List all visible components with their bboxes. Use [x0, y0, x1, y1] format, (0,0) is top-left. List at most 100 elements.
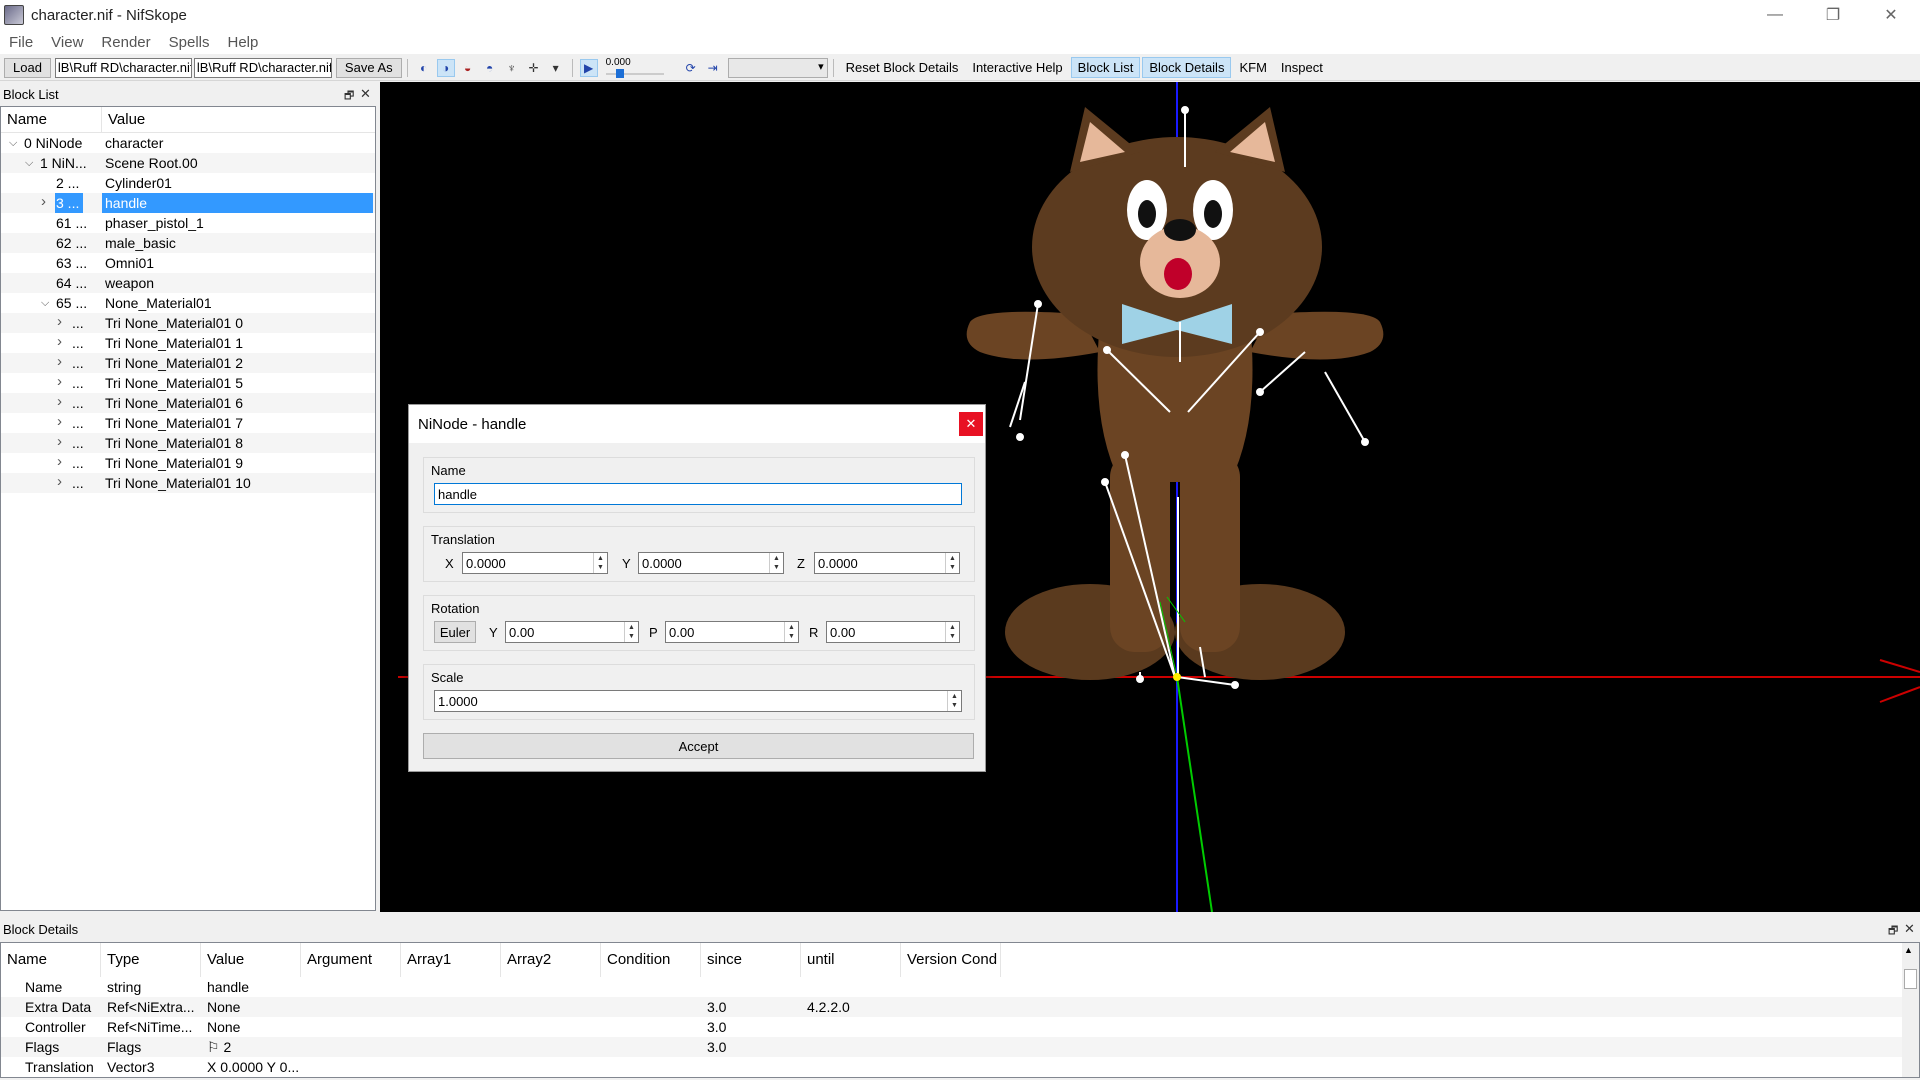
scale-input[interactable]: 1.0000 ▲ ▼ [434, 690, 962, 712]
view-walk-icon[interactable]: ◐ [415, 59, 433, 77]
column-header[interactable]: Type [101, 943, 201, 977]
ty-spinner[interactable]: ▲ ▼ [769, 553, 783, 573]
block-details-table[interactable]: Name Type Value Argument Array1 Array2 Conditi… [0, 942, 1920, 1078]
expand-right-icon[interactable]: › [57, 333, 62, 352]
restore-button[interactable]: ❐ [1804, 0, 1862, 30]
menu-view[interactable]: View [42, 34, 92, 51]
expand-right-icon[interactable]: › [57, 353, 62, 372]
ry-spinner[interactable]: ▲ ▼ [624, 622, 638, 642]
animation-select[interactable] [727, 57, 828, 78]
view-skeleton-icon[interactable]: ♆ [503, 59, 521, 77]
detail-row[interactable]: Controller Ref<NiTime... None 3.0 [1, 1017, 1919, 1037]
reset-block-details-button[interactable]: Reset Block Details [840, 58, 965, 77]
expand-right-icon[interactable]: › [57, 453, 62, 472]
inspect-toggle[interactable]: Inspect [1275, 58, 1329, 77]
block-list-row[interactable]: ›... Tri None_Material01 10 [1, 473, 375, 493]
accept-button[interactable]: Accept [423, 733, 974, 759]
save-as-button[interactable]: Save As [335, 57, 402, 78]
euler-button[interactable]: Euler [434, 621, 476, 643]
detail-row[interactable]: Flags Flags ⚐ 2 3.0 [1, 1037, 1919, 1057]
detail-row[interactable]: Name string handle [1, 977, 1919, 997]
column-header[interactable]: Version Cond [901, 943, 1001, 977]
block-list-row[interactable]: ⌵ 0 NiNode character [1, 133, 375, 153]
translation-y-input[interactable]: 0.0000 ▲ ▼ [638, 552, 784, 574]
rr-spinner[interactable]: ▲ ▼ [945, 622, 959, 642]
detail-row[interactable]: Extra Data Ref<NiExtra... None 3.0 4.2.2.0 [1, 997, 1919, 1017]
vertical-scrollbar[interactable]: ▲ [1902, 943, 1919, 1077]
block-list-row[interactable]: ›... Tri None_Material01 5 [1, 373, 375, 393]
close-window-button[interactable]: ✕ [1862, 0, 1920, 30]
expand-right-icon[interactable]: › [57, 473, 62, 492]
view-flip-icon[interactable]: ◑ [436, 58, 455, 77]
expand-right-icon[interactable]: › [41, 193, 46, 212]
expand-right-icon[interactable]: › [57, 373, 62, 392]
view-orbit-icon[interactable]: ◓ [481, 59, 499, 77]
column-header[interactable]: Array2 [501, 943, 601, 977]
block-details-toggle[interactable]: Block Details [1142, 57, 1232, 78]
view-dropdown-icon[interactable]: ▾ [547, 59, 565, 77]
block-list-row[interactable]: ›... Tri None_Material01 9 [1, 453, 375, 473]
block-list-row[interactable]: › 3 ... handle [1, 193, 375, 213]
expand-right-icon[interactable]: › [57, 433, 62, 452]
dialog-close-button[interactable]: ✕ [959, 412, 983, 436]
minimize-button[interactable]: — [1746, 0, 1804, 30]
float-panel-icon[interactable]: 🗗 [344, 87, 354, 106]
interactive-help-button[interactable]: Interactive Help [966, 58, 1068, 77]
expand-right-icon[interactable]: › [57, 313, 62, 332]
translation-z-input[interactable]: 0.0000 ▲ ▼ [814, 552, 960, 574]
loop-icon[interactable]: ⟳ [682, 59, 700, 77]
column-name[interactable]: Name [1, 107, 102, 133]
block-list-row[interactable]: ›... Tri None_Material01 1 [1, 333, 375, 353]
scale-spinner[interactable]: ▲ ▼ [947, 691, 961, 711]
expand-right-icon[interactable]: › [57, 413, 62, 432]
rotation-p-input[interactable]: 0.00 ▲ ▼ [665, 621, 799, 643]
block-list-row[interactable]: 64 ... weapon [1, 273, 375, 293]
view-perspective-icon[interactable]: ◒ [459, 59, 477, 77]
expand-right-icon[interactable]: › [57, 393, 62, 412]
column-header[interactable]: Condition [601, 943, 701, 977]
column-value[interactable]: Value [102, 111, 145, 128]
close-panel-icon[interactable]: ✕ [360, 86, 371, 102]
column-header[interactable]: Argument [301, 943, 401, 977]
detail-row[interactable]: Translation Vector3 X 0.0000 Y 0... [1, 1057, 1919, 1077]
time-slider[interactable]: 0.000 [605, 57, 664, 78]
block-list-row[interactable]: ›... Tri None_Material01 8 [1, 433, 375, 453]
block-list-row[interactable]: 63 ... Omni01 [1, 253, 375, 273]
rp-spinner[interactable]: ▲ ▼ [784, 622, 798, 642]
block-list-row[interactable]: ›... Tri None_Material01 6 [1, 393, 375, 413]
column-header[interactable]: Value [201, 943, 301, 977]
block-list-row[interactable]: 62 ... male_basic [1, 233, 375, 253]
menu-file[interactable]: File [0, 34, 42, 51]
name-input[interactable]: handle [434, 483, 962, 505]
scroll-up-icon[interactable]: ▲ [1904, 945, 1913, 955]
block-list-row[interactable]: ⌵ 1 NiN... Scene Root.00 [1, 153, 375, 173]
play-icon[interactable]: ▶ [579, 58, 598, 77]
block-list-tree[interactable]: Name Value ⌵ 0 NiNode character ⌵ 1 NiN... Sc… [0, 106, 376, 911]
close-panel-icon[interactable]: ✕ [1904, 921, 1915, 937]
column-header[interactable]: Name [1, 943, 101, 977]
save-path-field[interactable]: lB\Ruff RD\character.nif [193, 57, 332, 78]
block-list-row[interactable]: ›... Tri None_Material01 0 [1, 313, 375, 333]
rotation-y-input[interactable]: 0.00 ▲ ▼ [505, 621, 639, 643]
load-button[interactable]: Load [4, 57, 51, 78]
kfm-toggle[interactable]: KFM [1233, 58, 1272, 77]
expand-down-icon[interactable]: ⌵ [9, 133, 17, 153]
column-header[interactable]: Array1 [401, 943, 501, 977]
block-list-row[interactable]: ›... Tri None_Material01 7 [1, 413, 375, 433]
view-axes-icon[interactable]: ✛ [525, 59, 543, 77]
expand-down-icon[interactable]: ⌵ [25, 153, 33, 173]
scroll-thumb[interactable] [1904, 969, 1917, 989]
translation-x-input[interactable]: 0.0000 ▲ ▼ [462, 552, 608, 574]
expand-down-icon[interactable]: ⌵ [41, 293, 49, 313]
switch-anim-icon[interactable]: ⇥ [704, 59, 722, 77]
load-path-field[interactable]: lB\Ruff RD\character.nif [54, 57, 192, 78]
block-list-row[interactable]: 2 ... Cylinder01 [1, 173, 375, 193]
block-list-toggle[interactable]: Block List [1070, 57, 1141, 78]
menu-help[interactable]: Help [218, 34, 267, 51]
menu-render[interactable]: Render [92, 34, 159, 51]
slider-thumb[interactable] [615, 68, 624, 78]
rotation-r-input[interactable]: 0.00 ▲ ▼ [826, 621, 960, 643]
tx-spinner[interactable]: ▲ ▼ [593, 553, 607, 573]
float-panel-icon[interactable]: 🗗 [1888, 922, 1898, 941]
column-header[interactable]: since [701, 943, 801, 977]
